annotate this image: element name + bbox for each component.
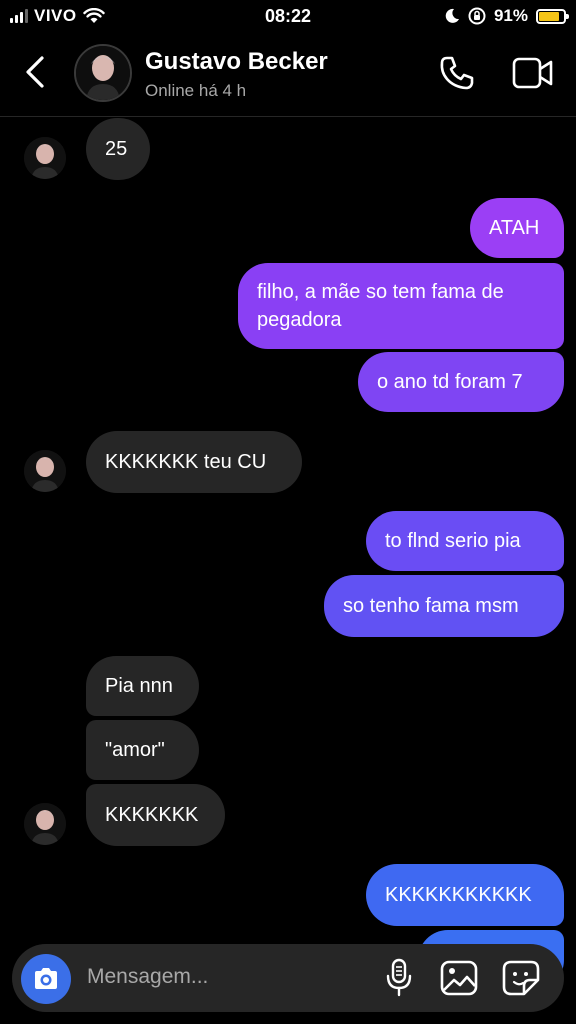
orientation-lock-icon [468, 7, 486, 25]
video-camera-icon[interactable] [512, 56, 554, 90]
message-input[interactable]: Mensagem... [87, 965, 208, 989]
message-incoming[interactable]: 25 [86, 118, 150, 180]
message-incoming[interactable]: Pia nnn [86, 656, 199, 716]
chat-header: Gustavo Becker Online há 4 h [0, 34, 576, 117]
moon-icon [445, 8, 459, 23]
message-outgoing[interactable]: o ano td foram 7 [358, 352, 564, 412]
battery-percent: 91% [493, 6, 528, 25]
camera-button[interactable] [21, 954, 71, 1004]
message-incoming[interactable]: KKKKKKK teu CU [86, 431, 302, 493]
message-outgoing[interactable]: so tenho fama msm [324, 575, 564, 637]
camera-icon [35, 968, 57, 989]
contact-avatar[interactable] [74, 44, 132, 102]
sender-avatar[interactable] [24, 137, 66, 179]
chevron-left-icon[interactable] [20, 54, 52, 90]
microphone-icon[interactable] [384, 958, 414, 998]
sender-avatar[interactable] [24, 450, 66, 492]
contact-status: Online há 4 h [145, 81, 247, 100]
status-right: 91% [444, 6, 569, 26]
sender-avatar[interactable] [24, 803, 66, 845]
message-outgoing[interactable]: ATAH [470, 198, 564, 258]
sticker-icon[interactable] [502, 960, 540, 996]
image-gallery-icon[interactable] [440, 960, 478, 996]
message-outgoing[interactable]: KKKKKKKKKKK [366, 864, 564, 926]
message-outgoing[interactable]: to flnd serio pia [366, 511, 564, 571]
status-bar: VIVO 08:22 91% [0, 0, 576, 34]
message-outgoing[interactable]: filho, a mãe so tem fama de pegadora [238, 263, 564, 349]
message-incoming[interactable]: "amor" [86, 720, 199, 780]
contact-name[interactable]: Gustavo Becker [145, 48, 328, 76]
message-incoming[interactable]: KKKKKKK [86, 784, 225, 846]
message-composer[interactable]: Mensagem... [12, 944, 564, 1012]
phone-icon[interactable] [438, 54, 476, 92]
battery-fill [539, 11, 559, 21]
battery-icon [536, 8, 569, 24]
